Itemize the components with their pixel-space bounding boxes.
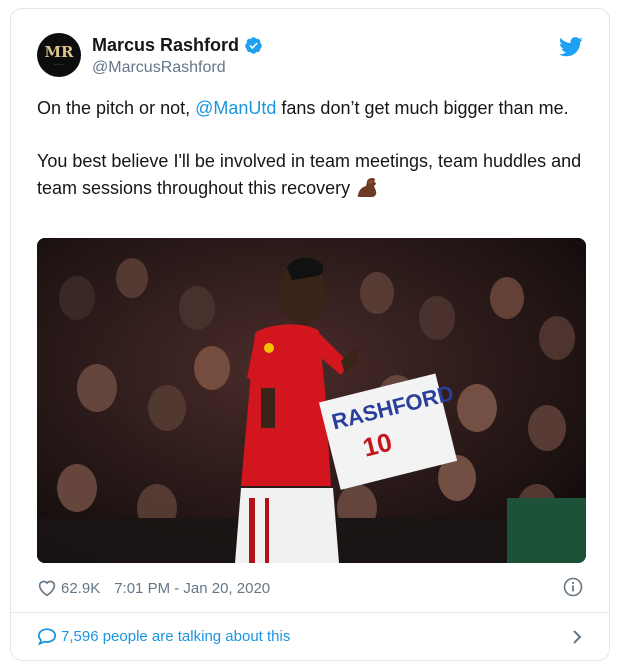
avatar-monogram: MR	[44, 42, 74, 61]
divider	[11, 612, 609, 613]
verified-badge-icon	[245, 37, 262, 54]
tweet-header: MR ——— Marcus Rashford @MarcusRashford	[37, 33, 583, 85]
avatar[interactable]: MR ———	[37, 33, 81, 77]
tweet-card: MR ——— Marcus Rashford @MarcusRashford O…	[10, 8, 610, 661]
handle[interactable]: @MarcusRashford	[92, 59, 226, 77]
tweet-meta: 62.9K 7:01 PM - Jan 20, 2020	[37, 575, 583, 601]
tweet-text-segment: On the pitch or not,	[37, 98, 196, 118]
twitter-bird-icon[interactable]	[559, 37, 583, 57]
tweet-paragraph-2: You best believe I'll be involved in tea…	[37, 148, 589, 202]
mention-link[interactable]: @ManUtd	[195, 98, 276, 118]
display-name[interactable]: Marcus Rashford	[92, 35, 239, 56]
heart-icon[interactable]	[37, 579, 57, 597]
tweet-text-segment: fans don’t get much bigger than me.	[276, 98, 569, 118]
like-count[interactable]: 62.9K	[61, 580, 100, 597]
conversation-link[interactable]: 7,596 people are talking about this	[37, 621, 583, 651]
tweet-paragraph-1: On the pitch or not, @ManUtd fans don’t …	[37, 95, 589, 122]
chevron-right-icon[interactable]	[571, 629, 583, 645]
photo-stadium-crowd: RASHFORD 10	[37, 238, 586, 563]
name-row[interactable]: Marcus Rashford	[92, 35, 263, 56]
timestamp[interactable]: 7:01 PM - Jan 20, 2020	[114, 580, 270, 597]
speech-bubble-icon	[37, 627, 57, 646]
talking-count-text[interactable]: 7,596 people are talking about this	[61, 628, 290, 645]
info-icon[interactable]	[563, 577, 583, 597]
avatar-decoration: ———	[54, 61, 64, 66]
tweet-text-segment: You best believe I'll be involved in tea…	[37, 151, 582, 198]
tweet-text: On the pitch or not, @ManUtd fans don’t …	[37, 95, 589, 202]
flexed-biceps-icon	[357, 178, 377, 197]
tweet-photo[interactable]: RASHFORD 10	[37, 238, 586, 563]
